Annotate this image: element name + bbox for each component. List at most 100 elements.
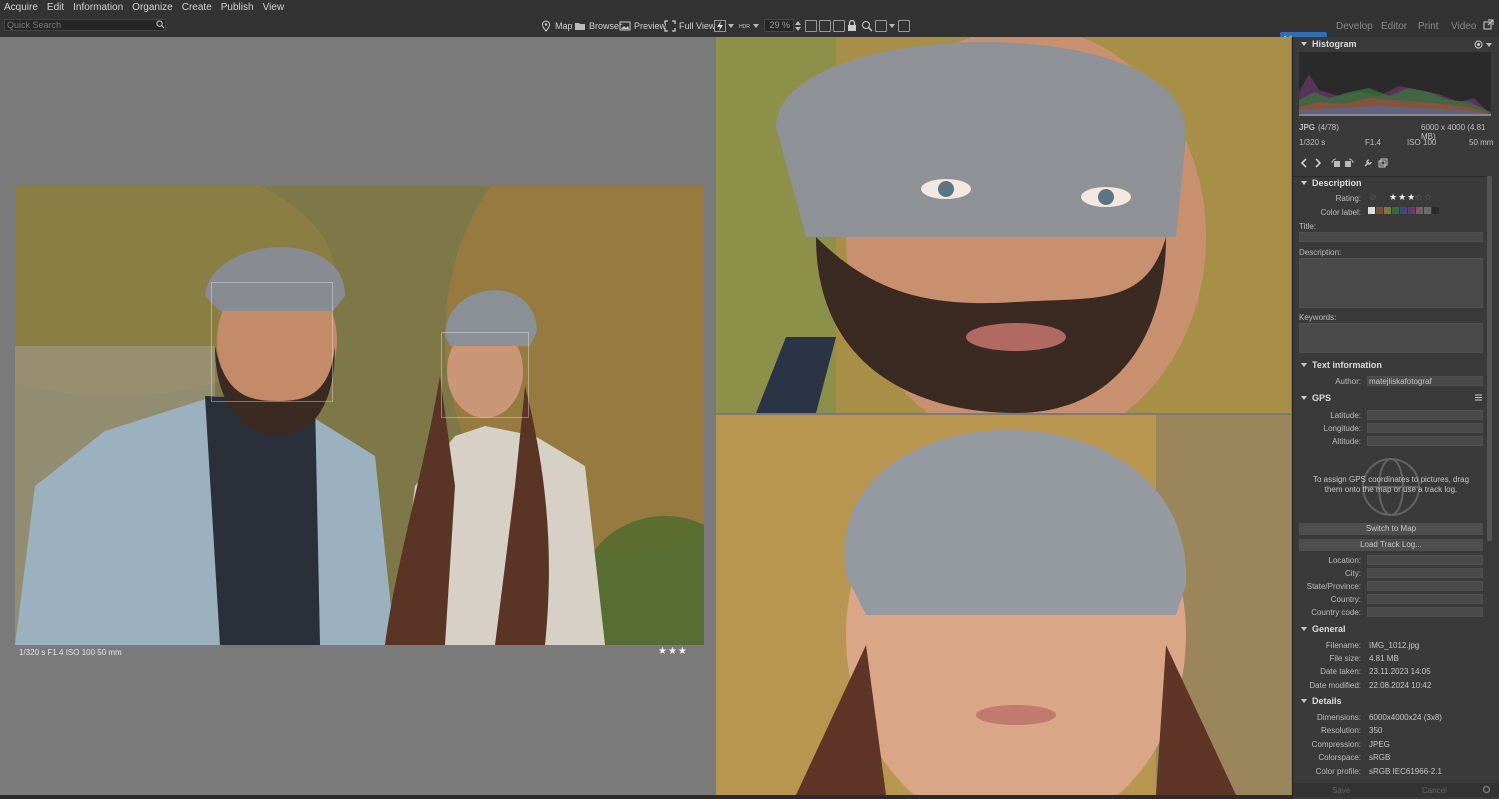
magnify-icon[interactable] xyxy=(861,20,873,32)
section-gps[interactable]: GPS xyxy=(1293,392,1486,405)
fullview-button[interactable]: Full View xyxy=(664,19,715,33)
menu-publish[interactable]: Publish xyxy=(217,0,259,16)
colorspace-label: Colorspace: xyxy=(1318,753,1361,762)
color-swatch-green[interactable] xyxy=(1392,207,1399,214)
dimensions-value: 6000x4000x24 (3x8) xyxy=(1369,713,1442,722)
resolution-value: 350 xyxy=(1369,726,1383,735)
tab-video[interactable]: Video xyxy=(1451,16,1476,37)
rating-empty-stars[interactable]: ☆☆ xyxy=(1415,192,1433,203)
menu-view[interactable]: View xyxy=(259,0,290,16)
photo-illustration xyxy=(15,186,704,645)
tab-develop[interactable]: Develop xyxy=(1336,16,1373,37)
shot-info: 1/320 s F1.4 ISO 100 50 mm xyxy=(19,648,122,657)
face-crop-bottom[interactable] xyxy=(716,415,1291,795)
compare-icon[interactable] xyxy=(833,20,845,32)
fill-icon[interactable] xyxy=(819,20,831,32)
color-profile-value: sRGB IEC61966-2.1 xyxy=(1369,767,1442,776)
tab-editor[interactable]: Editor xyxy=(1381,16,1407,37)
section-general[interactable]: General xyxy=(1293,623,1486,636)
switch-to-map-button[interactable]: Switch to Map xyxy=(1299,523,1483,535)
chevron-down-icon[interactable] xyxy=(753,24,759,28)
preview-button[interactable]: Preview xyxy=(619,19,666,33)
rating-stars[interactable]: ★★★ xyxy=(1389,192,1416,203)
location-field[interactable] xyxy=(1367,555,1483,565)
save-button[interactable]: Save xyxy=(1332,786,1350,795)
state-field[interactable] xyxy=(1367,581,1483,591)
rating-stars[interactable]: ★★★ xyxy=(658,646,688,657)
popout-icon[interactable] xyxy=(1483,19,1494,30)
gps-hint: To assign GPS coordinates to pictures, d… xyxy=(1312,475,1470,494)
rotate-right-icon[interactable] xyxy=(1344,158,1354,168)
menu-icon[interactable] xyxy=(1474,393,1483,402)
face-frame[interactable] xyxy=(211,282,333,402)
menu-create[interactable]: Create xyxy=(178,0,217,16)
next-icon[interactable] xyxy=(1313,158,1323,168)
search-icon[interactable] xyxy=(156,20,165,29)
color-label-swatches[interactable] xyxy=(1368,207,1439,214)
latitude-field[interactable] xyxy=(1367,410,1483,420)
color-swatch-purple[interactable] xyxy=(1408,207,1415,214)
longitude-field[interactable] xyxy=(1367,423,1483,433)
altitude-field[interactable] xyxy=(1367,436,1483,446)
lightning-icon[interactable] xyxy=(714,20,726,32)
chevron-down-icon[interactable] xyxy=(728,24,734,28)
dimensions-label: Dimensions: xyxy=(1316,713,1361,722)
zoom-input[interactable]: 29 % xyxy=(764,19,794,32)
menu-information[interactable]: Information xyxy=(69,0,128,16)
color-swatch-pink[interactable] xyxy=(1416,207,1423,214)
map-button[interactable]: Map xyxy=(540,19,573,33)
section-text-information[interactable]: Text information xyxy=(1293,359,1486,372)
chevron-down-icon[interactable] xyxy=(1486,43,1492,47)
description-field[interactable] xyxy=(1299,258,1483,308)
country-field[interactable] xyxy=(1367,594,1483,604)
image-viewer[interactable]: 1/320 s F1.4 ISO 100 50 mm ★★★ xyxy=(0,37,1292,795)
search-input[interactable]: Quick Search xyxy=(4,19,166,31)
panel-scrollbar[interactable] xyxy=(1487,176,1492,541)
color-swatch-red[interactable] xyxy=(1376,207,1383,214)
face-frame[interactable] xyxy=(441,332,529,418)
shutter-speed: 1/320 s xyxy=(1299,138,1326,147)
settings-icon[interactable] xyxy=(1474,40,1483,49)
face-detect-icon[interactable] xyxy=(875,20,887,32)
layout-icon[interactable] xyxy=(898,20,910,32)
color-swatch-yellow[interactable] xyxy=(1384,207,1391,214)
section-description[interactable]: Description xyxy=(1293,177,1486,190)
chevron-down-icon[interactable] xyxy=(889,24,895,28)
hdr-icon[interactable]: HDR xyxy=(738,20,752,32)
lock-icon[interactable] xyxy=(847,20,857,32)
menu-edit[interactable]: Edit xyxy=(43,0,69,16)
section-histogram[interactable]: Histogram xyxy=(1293,38,1486,51)
prev-icon[interactable] xyxy=(1299,158,1309,168)
color-swatch-black[interactable] xyxy=(1432,207,1439,214)
load-track-log-button[interactable]: Load Track Log... xyxy=(1299,539,1483,551)
title-label: Title: xyxy=(1299,222,1317,231)
rotate-left-icon[interactable] xyxy=(1331,158,1341,168)
rating-label: Rating: xyxy=(1335,194,1361,203)
aperture: F1.4 xyxy=(1365,138,1382,147)
face-crop-top[interactable] xyxy=(716,37,1291,413)
tools-icon[interactable] xyxy=(1363,158,1373,168)
copy-icon[interactable] xyxy=(1378,158,1388,168)
menu-organize[interactable]: Organize xyxy=(128,0,178,16)
color-swatch-gray[interactable] xyxy=(1424,207,1431,214)
browser-button[interactable]: Browser xyxy=(574,19,622,33)
gear-icon[interactable] xyxy=(1482,785,1491,794)
color-swatch-none[interactable] xyxy=(1368,207,1375,214)
iso: ISO 100 xyxy=(1407,138,1437,147)
cancel-button[interactable]: Cancel xyxy=(1422,786,1447,795)
tab-print[interactable]: Print xyxy=(1418,16,1439,37)
fit-icon[interactable] xyxy=(805,20,817,32)
toolbar: Quick Search Map Browser Preview Full Vi… xyxy=(0,16,1499,50)
zoom-stepper-icon[interactable] xyxy=(795,20,801,32)
rating-none-icon[interactable]: ⊘ xyxy=(1369,192,1377,203)
main-photo[interactable] xyxy=(15,186,704,645)
city-field[interactable] xyxy=(1367,568,1483,578)
color-swatch-blue[interactable] xyxy=(1400,207,1407,214)
country-code-field[interactable] xyxy=(1367,607,1483,617)
section-details[interactable]: Details xyxy=(1293,695,1486,708)
keywords-field[interactable] xyxy=(1299,323,1483,353)
color-label-label: Color label: xyxy=(1320,208,1361,217)
crop-illustration xyxy=(716,415,1291,795)
menu-acquire[interactable]: Acquire xyxy=(0,0,43,16)
title-field[interactable] xyxy=(1299,232,1483,242)
